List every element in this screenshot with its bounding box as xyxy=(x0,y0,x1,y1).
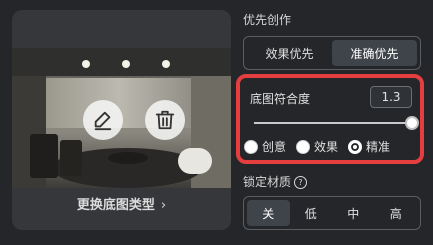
material-lock-title: 锁定材质? xyxy=(243,173,308,190)
change-base-image-type-link[interactable]: 更换底图类型 › xyxy=(12,194,231,213)
chevron-right-icon: › xyxy=(160,198,167,213)
mode-precise-radio[interactable]: 精准 xyxy=(348,138,390,155)
mode-creative-radio[interactable]: 创意 xyxy=(244,138,286,155)
pencil-icon xyxy=(94,111,112,131)
option-effect-priority[interactable]: 效果优先 xyxy=(247,40,332,66)
conformity-panel-highlight: 底图符合度 1.3 创意 效果 精准 xyxy=(236,74,424,164)
preview-chair xyxy=(30,134,58,178)
option-accuracy-priority[interactable]: 准确优先 xyxy=(332,40,417,66)
priority-segmented-control: 效果优先 准确优先 xyxy=(243,36,421,70)
preview-lamp xyxy=(122,60,130,68)
mode-creative-label: 创意 xyxy=(262,140,287,154)
material-lock-segmented-control: 关 低 中 高 xyxy=(243,196,421,230)
base-image-card: 更换底图类型 › xyxy=(12,10,231,230)
option-lock-high[interactable]: 高 xyxy=(375,200,418,226)
trash-icon xyxy=(155,110,175,130)
priority-title: 优先创作 xyxy=(243,13,292,27)
option-lock-low[interactable]: 低 xyxy=(290,200,333,226)
preview-lamp xyxy=(162,60,170,68)
delete-image-button[interactable] xyxy=(145,100,185,140)
edit-image-button[interactable] xyxy=(83,100,123,140)
preview-sofa xyxy=(178,148,212,174)
conformity-label: 底图符合度 xyxy=(250,92,311,106)
preview-table xyxy=(108,152,148,164)
mode-effect-radio[interactable]: 效果 xyxy=(296,138,338,155)
conformity-mode-group: 创意 效果 精准 xyxy=(244,138,390,155)
help-icon[interactable]: ? xyxy=(294,176,308,189)
conformity-slider[interactable] xyxy=(254,116,419,130)
change-type-label: 更换底图类型 xyxy=(76,198,155,213)
conformity-slider-thumb[interactable] xyxy=(405,116,419,130)
mode-effect-label: 效果 xyxy=(314,140,339,154)
radio-icon xyxy=(296,139,311,154)
material-lock-label: 锁定材质 xyxy=(243,175,292,189)
conformity-value-input[interactable]: 1.3 xyxy=(370,86,412,108)
option-lock-medium[interactable]: 中 xyxy=(332,200,375,226)
preview-chair xyxy=(60,140,82,176)
radio-icon xyxy=(244,139,258,154)
preview-lamp xyxy=(82,60,90,68)
radio-selected-icon xyxy=(348,139,363,154)
mode-precise-label: 精准 xyxy=(366,140,391,154)
option-lock-off[interactable]: 关 xyxy=(247,200,290,226)
